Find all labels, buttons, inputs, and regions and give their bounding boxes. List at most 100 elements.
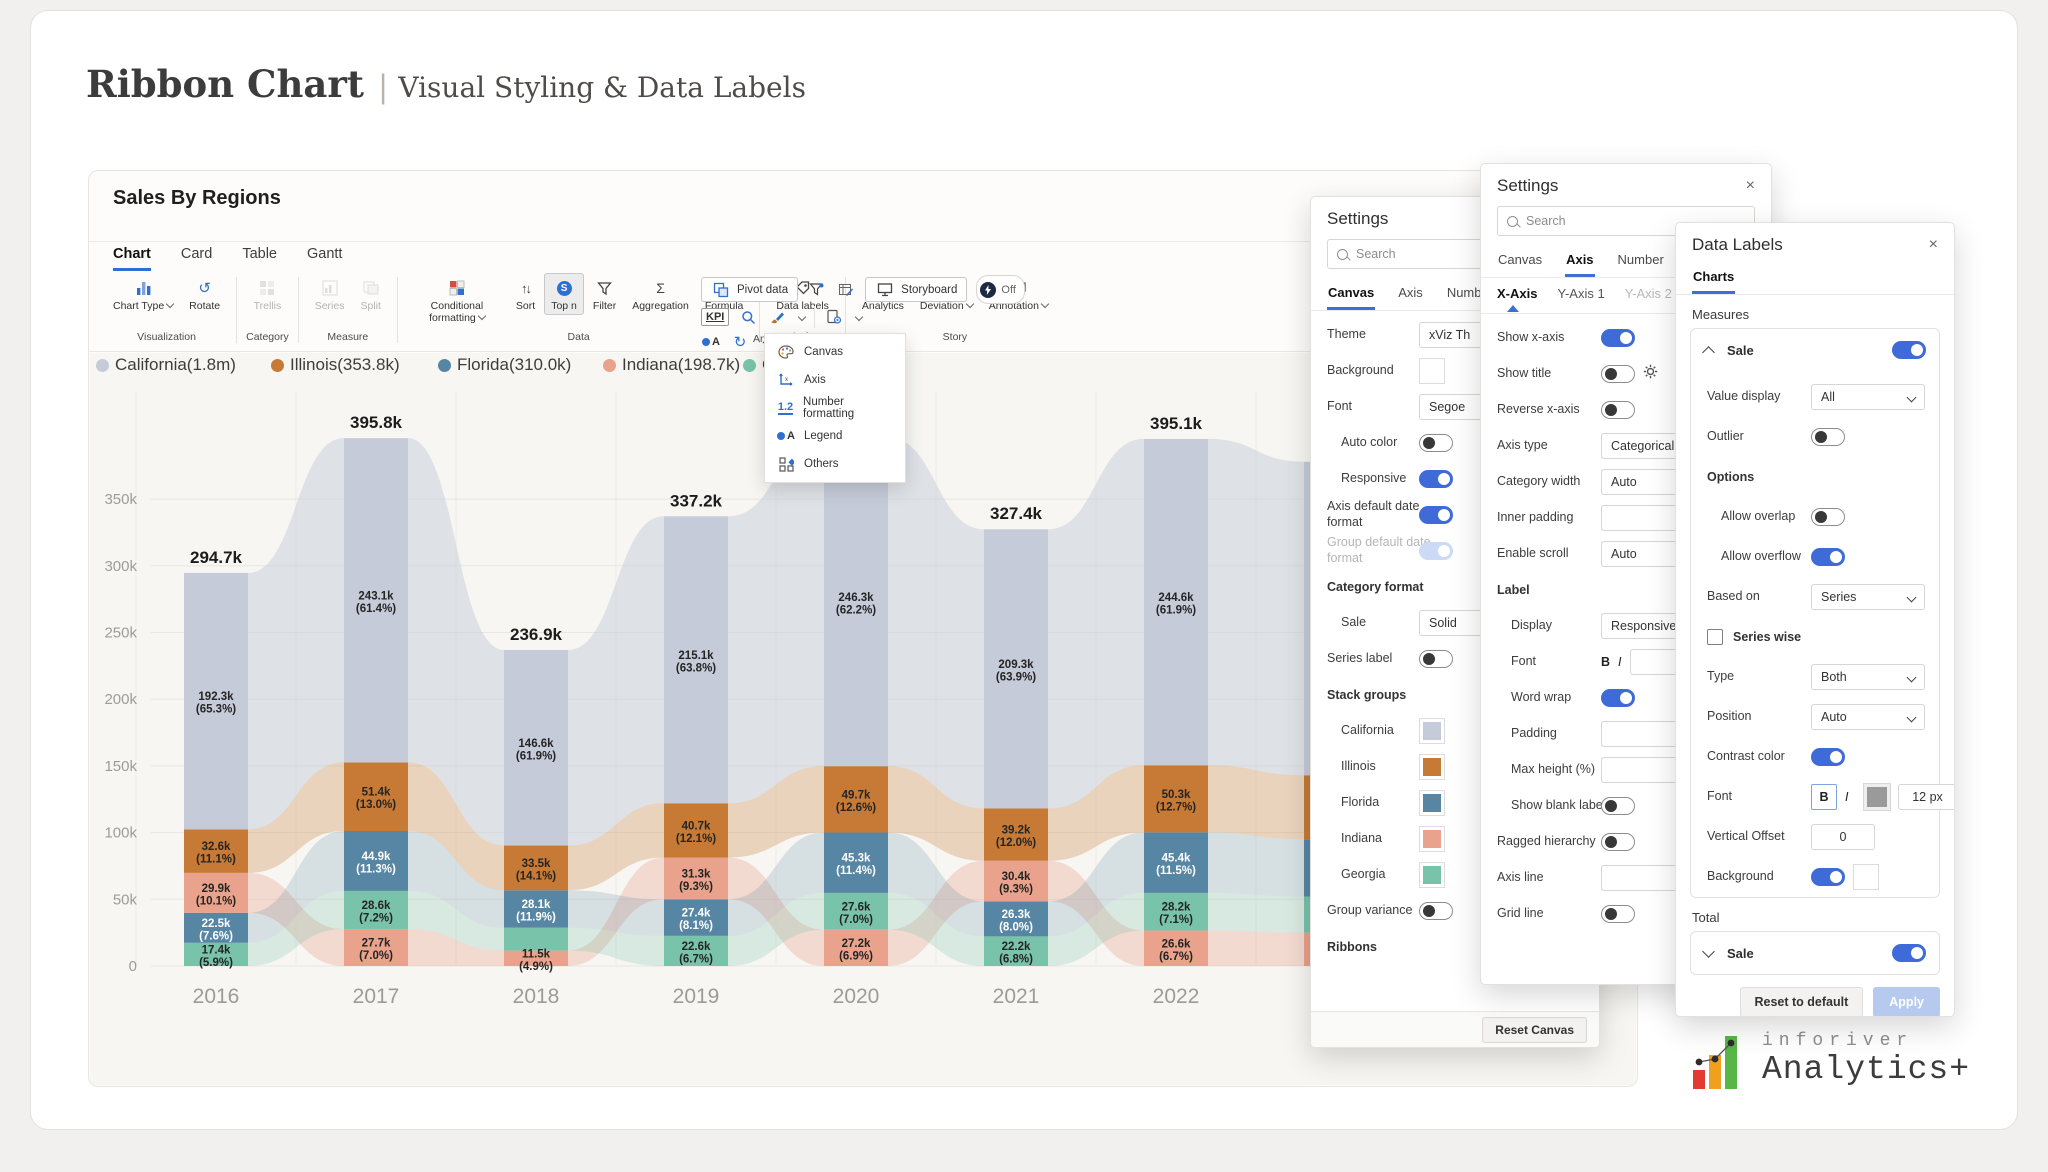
axis-panel-tab-number[interactable]: Number (1617, 246, 1665, 277)
setting-label: Background (1707, 869, 1811, 885)
allow-overlap-toggle[interactable] (1811, 508, 1845, 526)
tab-table[interactable]: Table (242, 246, 277, 271)
svg-text:33.5k(14.1%): 33.5k(14.1%) (516, 858, 556, 883)
axis-panel-tab-canvas[interactable]: Canvas (1497, 246, 1543, 277)
ragged-hierarchy-toggle[interactable] (1601, 833, 1635, 851)
gear-document-icon-button[interactable] (824, 308, 844, 326)
settings-axis-title-text: Settings (1497, 176, 1558, 196)
font-size-input[interactable]: 12 px (1898, 784, 1955, 810)
search-icon-button[interactable] (738, 308, 758, 326)
indiana-color-swatch[interactable] (1419, 826, 1445, 852)
responsive-toggle[interactable] (1419, 470, 1453, 488)
show-blank-label-toggle[interactable] (1601, 797, 1635, 815)
italic-button[interactable]: I (1845, 790, 1848, 804)
pivot-data-button[interactable]: Pivot data (701, 277, 798, 302)
measure-card-sale: Sale Value displayAllOutlierOptionsAllow… (1690, 328, 1940, 898)
illinois-color-swatch[interactable] (1419, 754, 1445, 780)
storyboard-button[interactable]: Storyboard (865, 277, 967, 302)
legend-item-indiana[interactable]: Indiana(198.7k) (603, 355, 740, 375)
legend-item-illinois[interactable]: Illinois(353.8k) (271, 355, 400, 375)
georgia-color-swatch[interactable] (1419, 862, 1445, 888)
tab-gantt[interactable]: Gantt (307, 246, 342, 271)
california-color-swatch[interactable] (1419, 718, 1445, 744)
svg-text:246.3k(62.2%): 246.3k(62.2%) (836, 592, 876, 617)
canvas-panel-tab-canvas[interactable]: Canvas (1327, 279, 1375, 310)
florida-color-swatch[interactable] (1419, 790, 1445, 816)
tab-card[interactable]: Card (181, 246, 212, 271)
axis-panel-tab-axis[interactable]: Axis (1565, 246, 1594, 277)
background-color-swatch[interactable] (1853, 864, 1879, 890)
menu-item-label: Legend (804, 430, 842, 442)
type-select[interactable]: Both (1811, 664, 1925, 690)
reverse-x-axis-toggle[interactable] (1601, 401, 1635, 419)
measure-sale-toggle[interactable] (1892, 341, 1926, 359)
chevron-down-icon[interactable] (855, 313, 863, 321)
refresh-icon-button[interactable]: ↻ (730, 333, 750, 351)
toolbar-button-top-n[interactable]: STop n (544, 273, 584, 315)
series-label-toggle[interactable] (1419, 650, 1453, 668)
canvas-panel-tab-axis[interactable]: Axis (1397, 279, 1424, 310)
contrast-color-toggle[interactable] (1811, 748, 1845, 766)
toolbar-button-sort[interactable]: ↑↓Sort (509, 273, 542, 315)
menu-item-others[interactable]: Others (765, 450, 905, 478)
grid-line-toggle[interactable] (1601, 905, 1635, 923)
setting-label: Position (1707, 709, 1811, 725)
svg-text:22.5k(7.6%): 22.5k(7.6%) (199, 918, 233, 943)
total-card-sale: Sale (1690, 931, 1940, 975)
chevron-down-icon[interactable] (798, 313, 806, 321)
value-display-select[interactable]: All (1811, 384, 1925, 410)
toolbar-button-rotate[interactable]: ↺Rotate (182, 273, 227, 315)
group-variance-toggle[interactable] (1419, 902, 1453, 920)
vertical-offset-input[interactable]: 0 (1811, 824, 1875, 850)
total-card-header[interactable]: Sale (1691, 932, 1939, 974)
background-toggle[interactable] (1811, 868, 1845, 886)
table-edit-icon-button[interactable] (836, 281, 856, 299)
auto-color-toggle[interactable] (1419, 434, 1453, 452)
brush-icon-button[interactable] (767, 308, 787, 326)
close-icon[interactable]: × (1929, 237, 1938, 253)
series-wise-checkbox[interactable] (1707, 629, 1723, 645)
toolbar-button-chart-type[interactable]: Chart Type (106, 273, 180, 315)
show-title-toggle[interactable] (1601, 365, 1635, 383)
background-color-swatch[interactable] (1419, 358, 1445, 384)
position-select[interactable]: Auto (1811, 704, 1925, 730)
chevron-down-icon (166, 300, 174, 308)
settings-panel-footer: Reset Canvas (1311, 1011, 1599, 1047)
filter-tag-icon-button[interactable] (807, 281, 827, 299)
bold-button[interactable]: B (1601, 655, 1610, 669)
subtab-x-axis[interactable]: X-Axis (1497, 286, 1537, 307)
toolbar-button-aggregation[interactable]: ΣAggregation (625, 273, 696, 315)
allow-overflow-toggle[interactable] (1811, 548, 1845, 566)
word-wrap-toggle[interactable] (1601, 689, 1635, 707)
toolbar-button-filter[interactable]: Filter (586, 273, 623, 315)
show-x-axis-toggle[interactable] (1601, 329, 1635, 347)
tab-chart[interactable]: Chart (113, 246, 151, 271)
italic-button[interactable]: I (1618, 655, 1621, 669)
total-sale-toggle[interactable] (1892, 944, 1926, 962)
axis-default-date-format-toggle[interactable] (1419, 506, 1453, 524)
menu-item-legend[interactable]: ALegend (765, 422, 905, 450)
bold-button[interactable]: B (1811, 784, 1837, 810)
reset-to-default-button[interactable]: Reset to default (1740, 987, 1864, 1017)
off-toggle[interactable]: Off (976, 275, 1024, 304)
reset-canvas-button[interactable]: Reset Canvas (1482, 1017, 1587, 1043)
font-color-swatch[interactable] (1864, 784, 1890, 810)
legend-oa-icon-button[interactable]: A (701, 333, 721, 351)
gear-icon[interactable] (1643, 364, 1658, 384)
menu-item-canvas[interactable]: Canvas (765, 338, 905, 366)
legend-item-florida[interactable]: Florida(310.0k) (438, 355, 571, 375)
outlier-toggle[interactable] (1811, 428, 1845, 446)
close-icon[interactable]: × (1746, 178, 1755, 194)
legend-item-california[interactable]: California(1.8m) (96, 355, 236, 375)
tab-charts[interactable]: Charts (1692, 263, 1735, 294)
apply-button[interactable]: Apply (1873, 987, 1940, 1017)
subtab-y-axis-1[interactable]: Y-Axis 1 (1557, 286, 1604, 307)
toolbar-divider (298, 277, 299, 343)
toolbar-button-conditional-formatting[interactable]: Conditional formatting (407, 273, 507, 327)
kpi-button[interactable]: KPI (701, 308, 729, 326)
menu-item-number-formatting[interactable]: 1.2Number formatting (765, 394, 905, 422)
menu-item-axis[interactable]: xAxis (765, 366, 905, 394)
based-on-select[interactable]: Series (1811, 584, 1925, 610)
data-labels-title: Data Labels × (1676, 223, 1954, 261)
measure-card-header[interactable]: Sale (1691, 329, 1939, 371)
